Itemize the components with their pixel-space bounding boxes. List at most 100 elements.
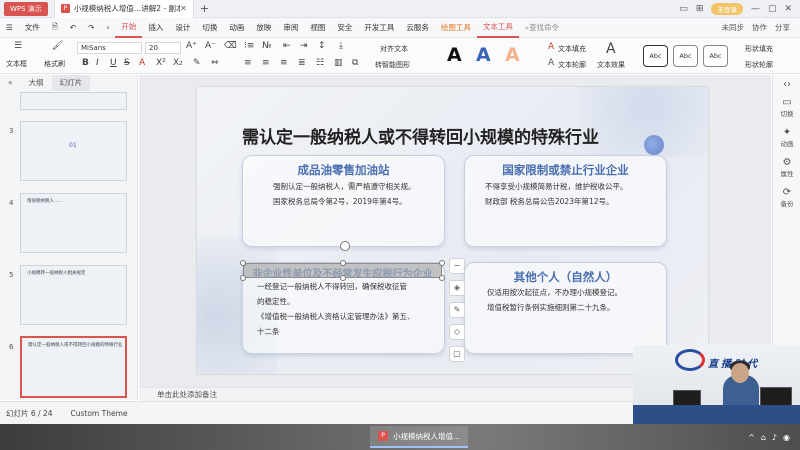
slide-thumbnail-5[interactable]: 小规模转一般纳税人相关规定 (20, 265, 127, 325)
slide-thumbnail-3[interactable]: 01 (20, 121, 127, 181)
underline-icon[interactable]: U (110, 58, 117, 68)
text-effect-icon[interactable]: A (606, 41, 616, 57)
align-left-icon[interactable]: ≡ (244, 58, 252, 68)
sync-status[interactable]: 未同步 (722, 22, 745, 33)
shape-outline-button[interactable]: 形状轮廓 (745, 60, 773, 70)
text-style-orange[interactable]: A (505, 44, 520, 66)
strikethrough-icon[interactable]: S (124, 58, 130, 68)
close-window-icon[interactable]: ✕ (784, 4, 792, 14)
document-tab[interactable]: P 小规模纳税人增值…讲解2 - 副本 ✕ (53, 0, 194, 18)
tab-slides[interactable]: 幻灯片 (51, 75, 91, 91)
text-effect-button[interactable]: 文本效果 (597, 60, 625, 70)
panel-collapse-icon[interactable]: ‹› (773, 79, 800, 90)
collapse-panel-icon[interactable]: « (0, 75, 21, 91)
menu-drawing-tools[interactable]: 绘图工具 (435, 22, 477, 33)
notes-placeholder[interactable]: 单击此处添加备注 (157, 390, 217, 399)
slide-title[interactable]: 需认定一般纳税人或不得转回小规模的特殊行业 (242, 123, 599, 148)
taskbar-wps-item[interactable]: P 小规模纳税人增值... (370, 426, 469, 448)
subscript-icon[interactable]: X₂ (173, 58, 183, 68)
new-tab-icon[interactable]: + (200, 2, 209, 15)
close-tab-icon[interactable]: ✕ (180, 4, 187, 13)
text-style-blue[interactable]: A (476, 44, 491, 66)
resize-handle[interactable] (240, 275, 246, 281)
card-gas-station[interactable]: 成品油零售加油站 强制认定一般纳税人，需严格遵守相关规。 国家税务总局令第2号，… (242, 155, 445, 247)
menu-file[interactable]: 文件 (19, 22, 46, 33)
decrease-indent-icon[interactable]: ⇤ (283, 41, 291, 51)
grow-font-icon[interactable]: A⁺ (186, 41, 197, 51)
tray-arrow-icon[interactable]: ^ (748, 433, 755, 442)
text-fill-button[interactable]: 文本填充 (558, 44, 586, 54)
shrink-font-icon[interactable]: A⁻ (205, 41, 216, 51)
resize-handle[interactable] (340, 260, 346, 266)
network-icon[interactable]: ⌂ (761, 433, 766, 442)
convert-smartart-button[interactable]: 转智能图形 (375, 60, 410, 70)
card-natural-person[interactable]: 其他个人（自然人） 仅适用按次起征点，不办理小规模登记。 增值税暂行条例实施细则… (464, 262, 667, 354)
transition-panel-button[interactable]: ▭ 切换 (773, 97, 800, 118)
menu-design[interactable]: 设计 (169, 22, 196, 33)
window-layout-icon[interactable]: ▭ (679, 4, 688, 14)
shape-fill-button[interactable]: 形状填充 (745, 44, 773, 54)
text-outline-icon[interactable]: A (548, 58, 554, 68)
hamburger-menu-icon[interactable]: ☰ (0, 23, 19, 32)
menu-text-tools[interactable]: 文本工具 (476, 18, 519, 38)
menu-security[interactable]: 安全 (331, 22, 358, 33)
justify-icon[interactable]: ≣ (298, 58, 306, 68)
format-brush-button[interactable]: 格式刷 (44, 59, 65, 69)
bold-icon[interactable]: B (82, 58, 89, 68)
menu-view[interactable]: 视图 (304, 22, 331, 33)
increase-indent-icon[interactable]: ⇥ (300, 41, 308, 51)
clear-format-icon[interactable]: ⌫ (224, 41, 237, 51)
numbering-icon[interactable]: № (262, 41, 271, 51)
record-icon[interactable]: ◉ (783, 433, 790, 442)
card-restricted-industry[interactable]: 国家限制或禁止行业企业 不得享受小规模简易计税，维护税收公平。 财政部 税务总局… (464, 155, 667, 247)
share-button[interactable]: 分享 (775, 22, 790, 33)
shape-style-2[interactable]: Abc (673, 45, 698, 67)
font-name-select[interactable]: MiSans (77, 42, 142, 54)
textbox-icon[interactable]: ☰ (14, 41, 22, 51)
minus-icon[interactable]: − (449, 258, 465, 274)
more-arrows-icon[interactable]: ‹ (100, 23, 115, 32)
font-color-icon[interactable]: A (139, 58, 145, 68)
align-right-icon[interactable]: ≡ (280, 58, 288, 68)
minimize-icon[interactable]: — (751, 4, 760, 14)
animation-panel-button[interactable]: ✦ 动画 (773, 127, 800, 148)
collaborate-button[interactable]: 协作 (752, 22, 767, 33)
menu-slideshow[interactable]: 放映 (250, 22, 277, 33)
resize-handle[interactable] (439, 275, 445, 281)
tab-outline[interactable]: 大纲 (21, 75, 52, 91)
line-spacing-icon[interactable]: ↕ (318, 41, 326, 51)
slide-thumbnail-2[interactable] (20, 92, 127, 110)
distribute-icon[interactable]: ☷ (316, 58, 324, 68)
login-status-badge[interactable]: 未登录 (711, 2, 743, 15)
menu-home[interactable]: 开始 (115, 18, 143, 38)
apps-grid-icon[interactable]: ⊞ (696, 4, 704, 14)
app-name-badge[interactable]: WPS 演示 (4, 1, 48, 16)
command-search[interactable]: ⌕ 查找命令 (525, 22, 559, 33)
text-outline-button[interactable]: 文本轮廓 (558, 60, 586, 70)
menu-insert[interactable]: 插入 (142, 22, 169, 33)
fill-bucket-icon[interactable]: ◇ (449, 324, 465, 340)
char-spacing-icon[interactable]: ⇔ (211, 58, 219, 68)
frame-icon[interactable]: ▢ (449, 346, 465, 362)
text-fill-icon[interactable]: A (548, 42, 554, 52)
save-icon[interactable]: 🗎 (46, 21, 64, 34)
shape-style-3[interactable]: Abc (703, 45, 728, 67)
bullets-icon[interactable]: ⁝≡ (244, 41, 254, 51)
layers-icon[interactable]: ◈ (449, 280, 465, 296)
align-center-icon[interactable]: ≡ (262, 58, 270, 68)
backup-panel-button[interactable]: ⟳ 备份 (773, 187, 800, 208)
columns-icon[interactable]: ▥ (334, 58, 343, 68)
align-text-button[interactable]: 对齐文本 (380, 44, 408, 54)
undo-icon[interactable]: ↶ (64, 23, 82, 32)
slide-thumbnail-6[interactable]: 需认定一般纳税人或不得转回小规模的特殊行业 (20, 336, 127, 398)
shape-style-1[interactable]: Abc (643, 45, 668, 67)
properties-panel-button[interactable]: ⚙ 属性 (773, 157, 800, 178)
menu-cloud[interactable]: 云服务 (400, 22, 435, 33)
resize-handle[interactable] (240, 260, 246, 266)
resize-handle[interactable] (340, 275, 346, 281)
italic-icon[interactable]: I (96, 58, 99, 68)
menu-review[interactable]: 审阅 (277, 22, 304, 33)
text-direction-icon[interactable]: ⤓ (339, 41, 343, 51)
smartart-icon[interactable]: ⧉ (352, 58, 358, 68)
font-size-select[interactable]: 20 (145, 42, 181, 54)
